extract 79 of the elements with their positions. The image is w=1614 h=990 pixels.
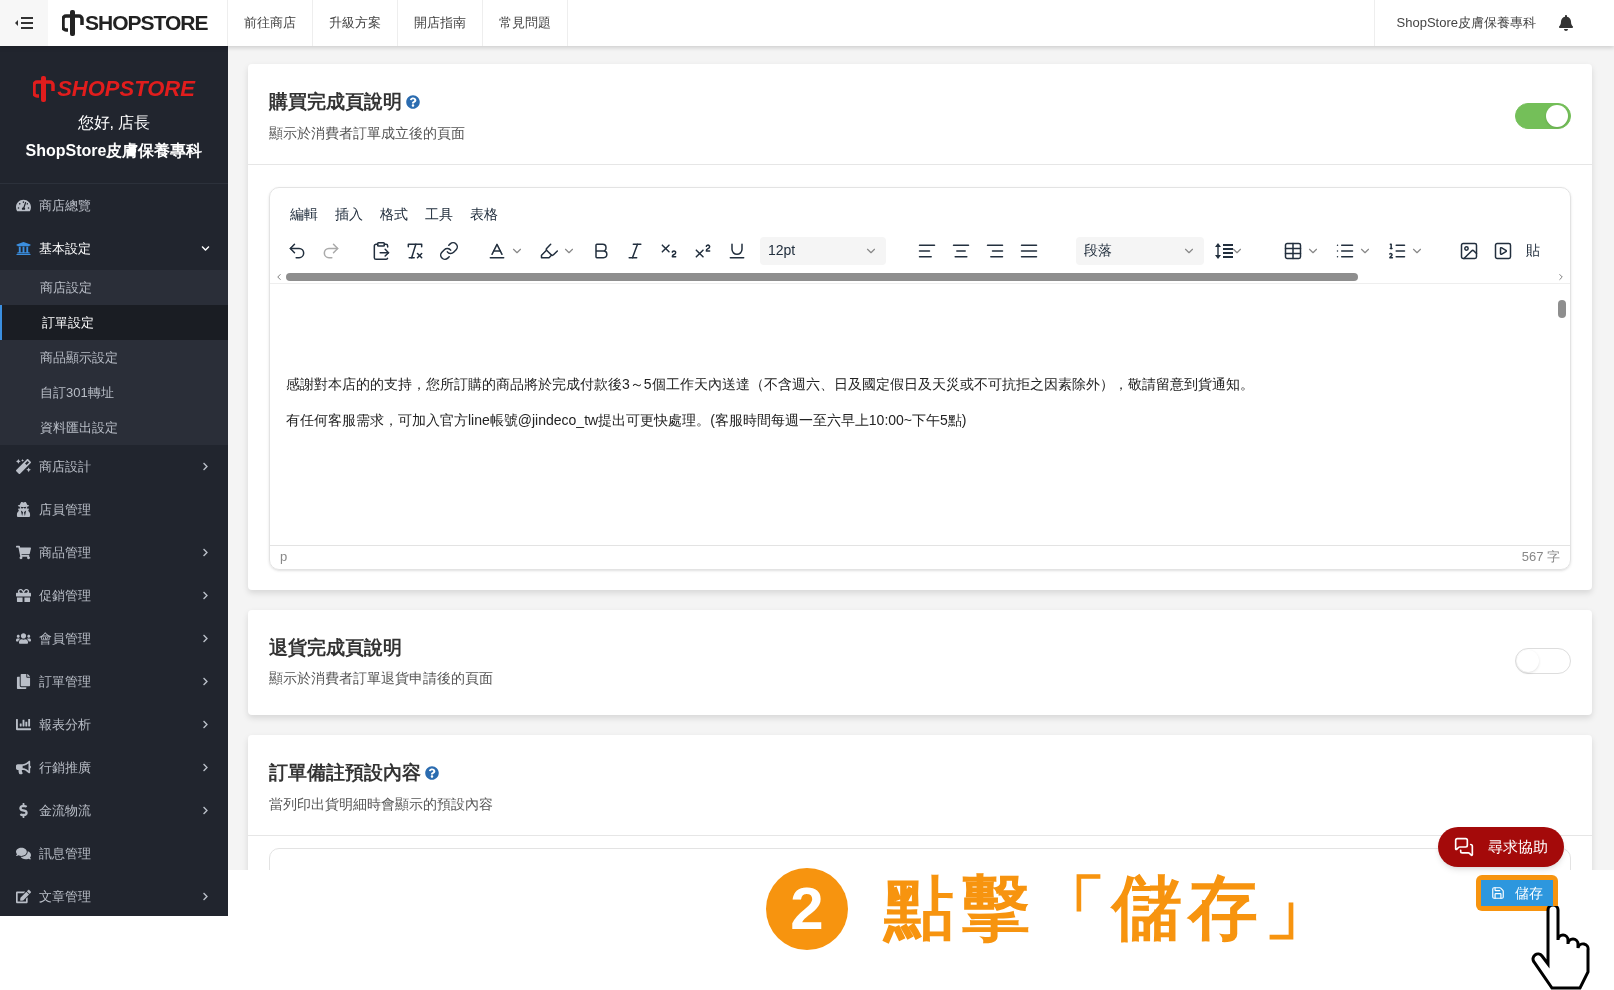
- greeting: 您好, 店長: [77, 113, 151, 133]
- chevron-down-icon: [201, 244, 210, 253]
- help-icon[interactable]: [425, 766, 439, 781]
- sidebar-item[interactable]: 商品管理: [0, 531, 228, 574]
- dashboard-icon: [16, 198, 31, 213]
- card-title: 訂單備註預設內容: [269, 761, 421, 785]
- megaphone-icon: [16, 760, 31, 775]
- sidebar-item[interactable]: 會員管理: [0, 617, 228, 660]
- user-icon: [16, 502, 31, 517]
- word-count: 567 字: [1521, 548, 1560, 567]
- cart-icon: [16, 545, 31, 560]
- scroll-left-icon[interactable]: [274, 271, 284, 282]
- scroll-right-icon[interactable]: [1556, 271, 1566, 282]
- menu-item[interactable]: 格式: [372, 197, 416, 231]
- sidebar-item[interactable]: 商店設計: [0, 445, 228, 488]
- sidebar-item[interactable]: 商店總覽: [0, 184, 228, 227]
- copy-icon: [16, 674, 31, 689]
- sidebar-item[interactable]: 金流物流: [0, 789, 228, 832]
- bar-chart-icon: [16, 717, 31, 732]
- element-path[interactable]: p: [280, 547, 288, 567]
- annotation-text: 點擊「儲存」: [884, 868, 1340, 949]
- gift-icon: [16, 588, 31, 603]
- paragraph: 有任何客服需求，可加入官方line帳號@jindeco_tw提出可更快處理。(客服時間每週一至六早上10:00~下午5點): [286, 410, 968, 430]
- help-button[interactable]: 尋求協助: [1438, 827, 1564, 867]
- card-subtitle: 顯示於消費者訂單成立後的頁面: [269, 123, 465, 143]
- edit-icon: [16, 889, 31, 904]
- magic-wand-icon: [16, 459, 31, 474]
- menu-toggle-button[interactable]: [0, 0, 48, 46]
- submenu-item[interactable]: 資料匯出設定: [0, 410, 228, 445]
- chevron-right-icon: [201, 591, 210, 600]
- bank-icon: [16, 241, 31, 256]
- menu-item[interactable]: 表格: [462, 197, 506, 231]
- logo-text: SHOPSTORE: [85, 10, 208, 37]
- submenu-item[interactable]: 訂單設定: [0, 305, 228, 340]
- chevron-right-icon: [201, 677, 210, 686]
- chevron-right-icon: [201, 763, 210, 772]
- logo-text: SHOPSTORE: [57, 75, 195, 103]
- vertical-scrollbar[interactable]: [1558, 299, 1566, 318]
- toolbar-label[interactable]: 貼: [1526, 240, 1540, 261]
- chevron-right-icon: [201, 548, 210, 557]
- submenu-item[interactable]: 商品顯示設定: [0, 340, 228, 375]
- chevron-right-icon: [201, 462, 210, 471]
- menu-item[interactable]: 工具: [417, 197, 461, 231]
- menu-item[interactable]: 編輯: [282, 197, 326, 231]
- card-title: 退貨完成頁說明: [269, 635, 402, 660]
- chat-help-icon: [1454, 837, 1474, 857]
- menu-icon: [14, 17, 34, 29]
- chat-icon: [16, 846, 31, 861]
- card-subtitle: 當列印出貨明細時會顯示的預設內容: [269, 794, 493, 814]
- store-name: ShopStore皮膚保養專科: [25, 141, 203, 161]
- chevron-right-icon: [201, 892, 210, 901]
- sidebar-item[interactable]: 訂單管理: [0, 660, 228, 703]
- sidebar-item[interactable]: 促銷管理: [0, 574, 228, 617]
- users-icon: [16, 631, 31, 646]
- submenu-item[interactable]: 自訂301轉址: [0, 375, 228, 410]
- save-icon: [1491, 886, 1505, 900]
- font-size-select[interactable]: 12pt: [760, 236, 886, 265]
- block-format-select[interactable]: 段落: [1076, 236, 1204, 265]
- chevron-right-icon: [201, 806, 210, 815]
- card-title: 購買完成頁說明: [269, 90, 402, 114]
- sidebar-item[interactable]: 文章管理: [0, 875, 228, 916]
- notification-icon[interactable]: [1558, 15, 1574, 31]
- chevron-right-icon: [201, 720, 210, 729]
- toggle-switch[interactable]: [1515, 102, 1571, 129]
- paragraph: 感謝對本店的的支持，您所訂購的商品將於完成付款後3～5個工作天內送達（不含週六、日及國定假日及天災或不可抗拒之因素除外），敬請留意到貨通知。: [286, 374, 1255, 394]
- chevron-right-icon: [201, 634, 210, 643]
- menu-item[interactable]: 插入: [327, 197, 371, 231]
- sidebar-item[interactable]: 店員管理: [0, 488, 228, 531]
- card-subtitle: 顯示於消費者訂單退貨申請後的頁面: [269, 669, 493, 688]
- help-icon[interactable]: [406, 95, 420, 110]
- logo-icon: [62, 10, 84, 36]
- sidebar-item[interactable]: 報表分析: [0, 703, 228, 746]
- logo-icon: [33, 75, 56, 102]
- toggle-switch[interactable]: [1515, 648, 1571, 675]
- sidebar-item[interactable]: 行銷推廣: [0, 746, 228, 789]
- sidebar-item[interactable]: 訊息管理: [0, 832, 228, 875]
- sidebar-item[interactable]: 基本設定: [0, 227, 228, 270]
- scrollbar[interactable]: [286, 272, 1358, 281]
- submenu-item[interactable]: 商店設定: [0, 270, 228, 305]
